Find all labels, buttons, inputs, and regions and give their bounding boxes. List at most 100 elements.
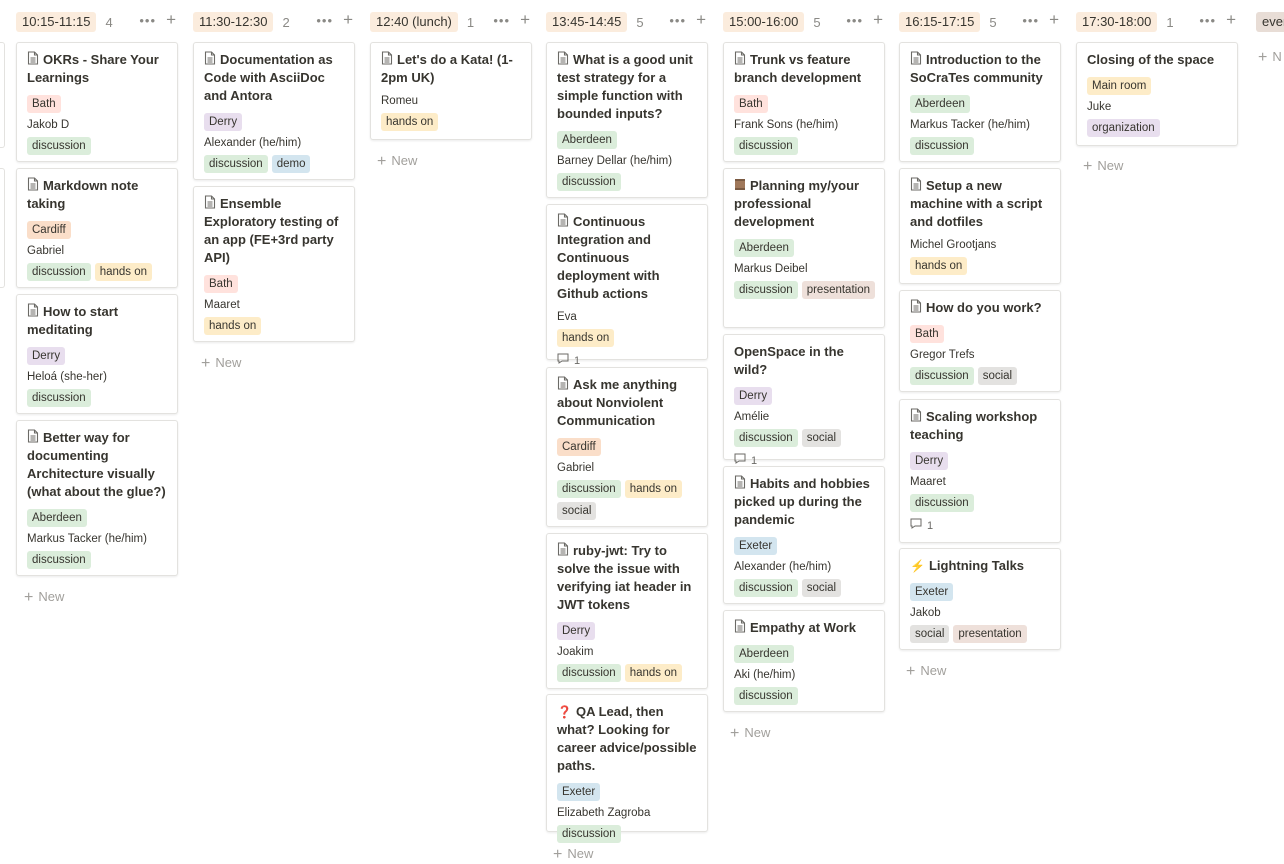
more-icon[interactable]: ••• (1022, 13, 1039, 28)
location-tag: Bath (204, 275, 238, 293)
column-count: 5 (636, 14, 644, 30)
kanban-board: 10:15-11:15 4 ••• + OKRs - Share Your Le… (0, 0, 1284, 863)
person: Romeu (381, 95, 419, 107)
more-icon[interactable]: ••• (846, 13, 863, 28)
new-card-button[interactable]: + New (1083, 157, 1123, 176)
type-tag: discussion (204, 155, 268, 173)
type-tag: discussion (27, 263, 91, 281)
type-tag: presentation (801, 281, 875, 299)
more-icon[interactable]: ••• (1199, 13, 1216, 28)
new-card-button[interactable]: + New (377, 152, 417, 171)
add-icon[interactable]: + (873, 11, 883, 28)
new-card-button[interactable]: + New (201, 354, 241, 373)
card[interactable]: Markdown note taking Cardiff Gabriel dis… (16, 168, 178, 288)
card[interactable]: Empathy at Work Aberdeen Aki (he/him) di… (723, 610, 885, 712)
card[interactable]: OpenSpace in the wild? Derry Amélie disc… (723, 334, 885, 467)
card[interactable]: Ensemble Exploratory testing of an app (… (193, 186, 355, 342)
new-card-button[interactable]: + N (1258, 48, 1284, 67)
location-tag: Aberdeen (27, 509, 87, 527)
type-tag: discussion (557, 480, 621, 498)
type-tag: discussion (27, 389, 91, 407)
person: Jakob D (27, 119, 70, 131)
column-title[interactable]: even (1256, 12, 1284, 32)
column-title[interactable]: 15:00-16:00 (723, 12, 805, 32)
card[interactable]: Closing of the space Main room Juke orga… (1076, 42, 1238, 146)
card[interactable]: Habits and hobbies picked up during the … (723, 466, 885, 604)
column-title[interactable]: 16:15-17:15 (899, 12, 981, 32)
page-icon (381, 51, 393, 65)
card[interactable]: Documentation as Code with AsciiDoc and … (193, 42, 355, 180)
card[interactable]: Let's do a Kata! (1-2pm UK) Romeu hands … (370, 42, 532, 140)
plus-icon: + (730, 725, 740, 742)
column-16-15: 16:15-17:15 5 ••• + (899, 8, 1063, 36)
new-card-button[interactable]: + New (730, 724, 770, 743)
add-icon[interactable]: + (166, 11, 176, 28)
column-15-00: 15:00-16:00 5 ••• + (723, 8, 887, 36)
more-icon[interactable]: ••• (139, 13, 156, 28)
person: Juke (1087, 101, 1112, 113)
column-11-30: 11:30-12:30 2 ••• + (193, 8, 357, 36)
card-title: Let's do a Kata! (1-2pm UK) (381, 51, 513, 85)
column-17-30: 17:30-18:00 1 ••• + (1076, 8, 1240, 36)
new-card-button[interactable]: + New (906, 662, 946, 681)
add-icon[interactable]: + (1049, 11, 1059, 28)
more-icon[interactable]: ••• (669, 13, 686, 28)
location-tag: Aberdeen (734, 645, 794, 663)
card[interactable]: Planning my/your professional developmen… (723, 168, 885, 328)
card[interactable]: What is a good unit test strategy for a … (546, 42, 708, 198)
person: Amélie (734, 411, 770, 423)
card[interactable]: Ask me anything about Nonviolent Communi… (546, 367, 708, 527)
person: Elizabeth Zagroba (557, 807, 651, 819)
card[interactable]: How do you work? Bath Gregor Trefs discu… (899, 290, 1061, 392)
card[interactable]: Better way for documenting Architecture … (16, 420, 178, 576)
location-tag: Exeter (910, 583, 954, 601)
offscreen-card-edge[interactable] (0, 168, 5, 288)
new-card-button[interactable]: + New (553, 845, 593, 864)
card-title: ⚡ Lightning Talks (910, 558, 1025, 573)
page-icon (734, 475, 746, 489)
add-icon[interactable]: + (1226, 11, 1236, 28)
card[interactable]: How to start meditating Derry Heloá (she… (16, 294, 178, 414)
card-title: Introduction to the SoCraTes community (910, 51, 1043, 85)
card-title: Markdown note taking (27, 177, 139, 211)
card-title: ruby-jwt: Try to solve the issue with ve… (557, 542, 692, 612)
column-title[interactable]: 12:40 (lunch) (370, 12, 458, 32)
person: Gabriel (557, 462, 595, 474)
column-count: 5 (813, 14, 821, 30)
card[interactable]: Introduction to the SoCraTes community A… (899, 42, 1061, 162)
column-header: 11:30-12:30 2 ••• + (193, 8, 357, 36)
card[interactable]: ruby-jwt: Try to solve the issue with ve… (546, 533, 708, 689)
card[interactable]: ❓ QA Lead, then what? Looking for career … (546, 694, 708, 843)
add-icon[interactable]: + (696, 11, 706, 28)
type-tag: social (910, 625, 950, 643)
column-count: 4 (105, 14, 113, 30)
person: Aki (he/him) (734, 669, 796, 681)
new-card-button[interactable]: + New (24, 588, 64, 607)
offscreen-card-edge[interactable] (0, 42, 5, 148)
card-title: Setup a new machine with a script and do… (910, 177, 1043, 229)
page-icon (557, 542, 569, 556)
column-title[interactable]: 11:30-12:30 (193, 12, 274, 32)
add-icon[interactable]: + (520, 11, 530, 28)
card[interactable]: Setup a new machine with a script and do… (899, 168, 1061, 284)
person: Alexander (he/him) (734, 561, 832, 573)
card-title: Planning my/your professional developmen… (734, 178, 860, 229)
column-header: 12:40 (lunch) 1 ••• + (370, 8, 534, 36)
card[interactable]: Scaling workshop teaching Derry Maaret d… (899, 399, 1061, 543)
card[interactable]: Continuous Integration and Continuous de… (546, 204, 708, 367)
card[interactable]: OKRs - Share Your Learnings Bath Jakob D… (16, 42, 178, 162)
column-title[interactable]: 13:45-14:45 (546, 12, 628, 32)
page-icon (910, 299, 922, 313)
column-title[interactable]: 10:15-11:15 (16, 12, 97, 32)
add-icon[interactable]: + (343, 11, 353, 28)
more-icon[interactable]: ••• (493, 13, 510, 28)
type-tag: discussion (910, 367, 974, 385)
card[interactable]: ⚡ Lightning Talks Exeter Jakob social pres… (899, 548, 1061, 650)
location-tag: Derry (557, 622, 596, 640)
more-icon[interactable]: ••• (316, 13, 333, 28)
person: Eva (557, 311, 577, 323)
type-tag: discussion (557, 173, 621, 191)
column-title[interactable]: 17:30-18:00 (1076, 12, 1158, 32)
type-tag: hands on (624, 480, 683, 498)
card[interactable]: Trunk vs feature branch development Bath… (723, 42, 885, 162)
